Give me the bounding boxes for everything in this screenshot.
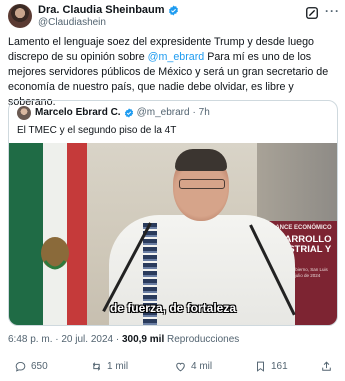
verified-badge-icon — [124, 107, 133, 118]
post-text: Lamento el lenguaje soez del expresident… — [8, 35, 338, 110]
video-player[interactable]: BALANCE ECONÓMICO DESARROLLO INDUSTRIAL … — [9, 143, 337, 325]
reply-count: 650 — [31, 361, 48, 372]
speaker-glasses — [179, 179, 225, 189]
views-label: Reproducciones — [167, 334, 240, 345]
quoted-avatar[interactable] — [17, 106, 31, 120]
repost-icon — [92, 362, 101, 371]
mention-link[interactable]: @m_ebrard — [148, 51, 205, 63]
quoted-author-name[interactable]: Marcelo Ebrard C. — [35, 107, 121, 118]
bookmark-button[interactable]: 161 — [254, 360, 288, 373]
author-name-row: Dra. Claudia Sheinbaum — [38, 4, 179, 16]
bookmark-count: 161 — [271, 361, 288, 372]
heart-icon — [176, 362, 185, 372]
verified-badge-icon — [168, 4, 178, 16]
author-handle[interactable]: @Claudiashein — [38, 17, 106, 28]
quoted-post[interactable]: Marcelo Ebrard C. @m_ebrard · 7h El TMEC… — [8, 100, 338, 326]
post: Dra. Claudia Sheinbaum @Claudiashein ···… — [0, 0, 345, 381]
repost-count: 1 mil — [107, 361, 129, 372]
reply-icon — [15, 361, 26, 372]
post-meta: 6:48 p. m. · 20 jul. 2024 · 300,9 mil Re… — [8, 334, 239, 345]
like-button[interactable]: 4 mil — [174, 360, 212, 373]
timestamp[interactable]: 6:48 p. m. · 20 jul. 2024 — [8, 334, 113, 345]
more-options-icon[interactable]: ··· — [325, 4, 340, 18]
quoted-author-handle[interactable]: @m_ebrard — [137, 107, 190, 118]
author-name[interactable]: Dra. Claudia Sheinbaum — [38, 4, 165, 16]
reply-button[interactable]: 650 — [14, 360, 48, 373]
view-count: 300,9 mil — [121, 334, 165, 345]
mexican-flag-image — [9, 143, 87, 325]
action-bar: 650 1 mil 4 mil 161 — [8, 360, 338, 376]
repost-button[interactable]: 1 mil — [90, 360, 128, 373]
grok-icon[interactable] — [305, 6, 319, 20]
video-subtitle: de fuerza, de fortaleza — [109, 301, 237, 315]
avatar[interactable] — [8, 4, 32, 28]
share-icon — [322, 361, 331, 371]
quoted-author-row: Marcelo Ebrard C. @m_ebrard · 7h — [35, 107, 210, 118]
quoted-time: · 7h — [192, 107, 210, 118]
like-count: 4 mil — [191, 361, 213, 372]
quoted-text: El TMEC y el segundo piso de la 4T — [17, 125, 177, 136]
share-button[interactable] — [320, 360, 333, 373]
bookmark-icon — [257, 361, 264, 372]
speaker-hair — [175, 149, 227, 171]
